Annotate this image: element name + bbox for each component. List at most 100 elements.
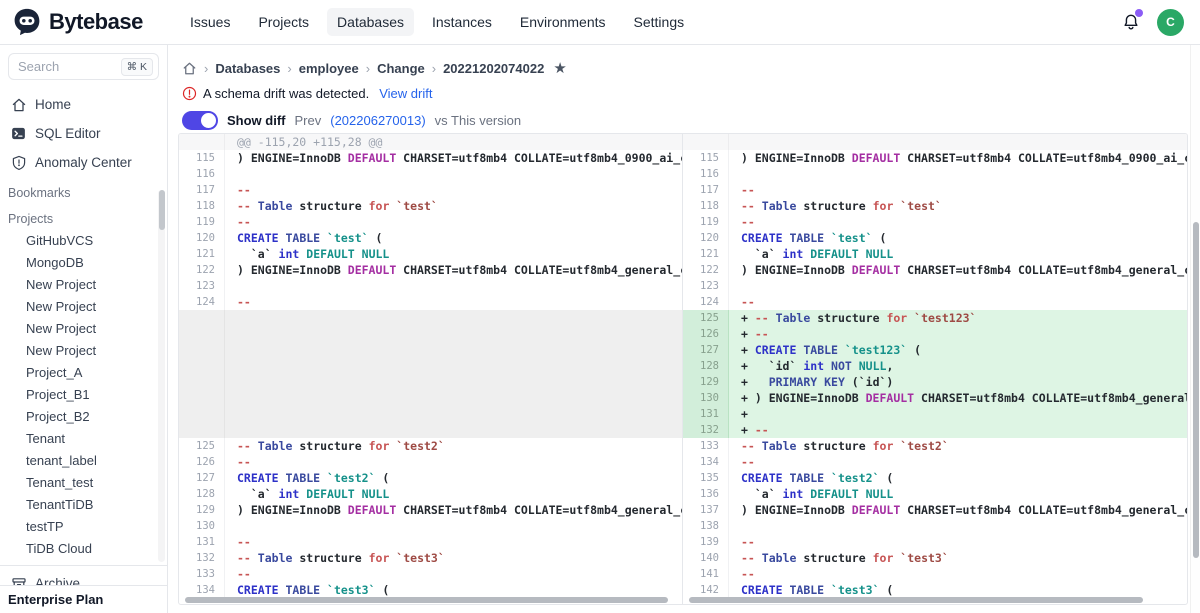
nav-item-issues[interactable]: Issues xyxy=(180,8,240,36)
breadcrumb-home-icon[interactable] xyxy=(182,61,197,76)
breadcrumb-item-version: 20221202074022 xyxy=(443,61,544,76)
line-number: 120 xyxy=(179,230,225,246)
sidebar-scrollbar-thumb[interactable] xyxy=(159,190,165,230)
nav-item-databases[interactable]: Databases xyxy=(327,8,414,36)
sidebar-project-new-project[interactable]: New Project xyxy=(0,317,167,339)
sidebar-item-anomaly-center[interactable]: Anomaly Center xyxy=(0,148,167,177)
diff-line: 139-- xyxy=(683,534,1187,550)
sidebar-item-home[interactable]: Home xyxy=(0,90,167,119)
code-text: -- Table structure for `test3` xyxy=(729,550,1187,566)
sidebar-section-projects: Projects xyxy=(0,203,167,229)
line-number xyxy=(179,134,225,150)
line-number: 115 xyxy=(179,150,225,166)
code-text: + xyxy=(729,406,1187,422)
breadcrumb-separator: › xyxy=(287,61,291,76)
sidebar-project-tenant-label[interactable]: tenant_label xyxy=(0,449,167,471)
sidebar-item-label: SQL Editor xyxy=(35,126,101,141)
diff-line: 115) ENGINE=InnoDB DEFAULT CHARSET=utf8m… xyxy=(683,150,1187,166)
bookmark-star-icon[interactable]: ★ xyxy=(553,59,566,77)
code-text: + -- xyxy=(729,422,1187,438)
line-number: 125 xyxy=(179,438,225,454)
bytebase-logo-icon xyxy=(12,7,42,37)
search-shortcut-badge: ⌘ K xyxy=(121,58,153,76)
line-number: 128 xyxy=(179,486,225,502)
code-text xyxy=(225,278,682,294)
code-text xyxy=(225,518,682,534)
line-number xyxy=(683,134,729,150)
nav-item-projects[interactable]: Projects xyxy=(248,8,319,36)
diff-line: 127+ CREATE TABLE `test123` ( xyxy=(683,342,1187,358)
show-diff-label: Show diff xyxy=(227,113,286,128)
sidebar-project-project-a[interactable]: Project_A xyxy=(0,361,167,383)
terminal-icon xyxy=(10,125,27,142)
view-drift-link[interactable]: View drift xyxy=(379,86,432,101)
line-number: 142 xyxy=(683,582,729,598)
code-text: + -- xyxy=(729,326,1187,342)
sidebar-project-tidb-cloud[interactable]: TiDB Cloud xyxy=(0,537,167,559)
vs-label: vs This version xyxy=(435,113,521,128)
line-number: 125 xyxy=(683,310,729,326)
line-number: 138 xyxy=(683,518,729,534)
diff-line: 133-- xyxy=(179,566,682,582)
code-text xyxy=(729,278,1187,294)
sidebar-project-mongodb[interactable]: MongoDB xyxy=(0,251,167,273)
sidebar-project-project-b2[interactable]: Project_B2 xyxy=(0,405,167,427)
diff-line: 119-- xyxy=(683,214,1187,230)
line-number: 119 xyxy=(683,214,729,230)
line-number: 123 xyxy=(683,278,729,294)
line-number: 136 xyxy=(683,486,729,502)
diff-line: 118-- Table structure for `test` xyxy=(683,198,1187,214)
breadcrumb-item-employee[interactable]: employee xyxy=(299,61,359,76)
line-number: 134 xyxy=(179,582,225,598)
nav-item-instances[interactable]: Instances xyxy=(422,8,502,36)
code-text: -- xyxy=(225,294,682,310)
nav-item-environments[interactable]: Environments xyxy=(510,8,616,36)
code-text: -- xyxy=(729,294,1187,310)
line-number: 141 xyxy=(683,566,729,582)
sidebar-project-new-project[interactable]: New Project xyxy=(0,339,167,361)
search-placeholder: Search xyxy=(18,59,121,74)
search-input[interactable]: Search ⌘ K xyxy=(8,53,159,80)
sidebar-project-project-b1[interactable]: Project_B1 xyxy=(0,383,167,405)
code-text: -- Table structure for `test2` xyxy=(225,438,682,454)
diff-line: 142CREATE TABLE `test3` ( xyxy=(683,582,1187,598)
sidebar-project-githubvcs[interactable]: GitHubVCS xyxy=(0,229,167,251)
diff-line: 135CREATE TABLE `test2` ( xyxy=(683,470,1187,486)
diff-line: 115) ENGINE=InnoDB DEFAULT CHARSET=utf8m… xyxy=(179,150,682,166)
user-avatar[interactable]: C xyxy=(1157,9,1184,36)
notification-bell-icon[interactable] xyxy=(1121,12,1141,32)
sidebar-item-sql-editor[interactable]: SQL Editor xyxy=(0,119,167,148)
line-number: 126 xyxy=(683,326,729,342)
line-number: 139 xyxy=(683,534,729,550)
page-scrollbar-thumb[interactable] xyxy=(1193,222,1199,558)
bytebase-logo[interactable]: Bytebase xyxy=(0,7,168,37)
code-text: + PRIMARY KEY (`id`) xyxy=(729,374,1187,390)
line-number: 124 xyxy=(683,294,729,310)
page-scrollbar[interactable] xyxy=(1190,45,1200,613)
breadcrumb-item-databases[interactable]: Databases xyxy=(215,61,280,76)
breadcrumb-item-change[interactable]: Change xyxy=(377,61,425,76)
sidebar-project-new-project[interactable]: New Project xyxy=(0,273,167,295)
diff-line: 129+ PRIMARY KEY (`id`) xyxy=(683,374,1187,390)
diff-line: 123 xyxy=(179,278,682,294)
notification-badge xyxy=(1135,9,1143,17)
primary-nav: Issues Projects Databases Instances Environm… xyxy=(180,8,694,36)
line-number: 133 xyxy=(179,566,225,582)
sidebar-project-testtp[interactable]: testTP xyxy=(0,515,167,537)
left-pane-hscrollbar[interactable] xyxy=(185,597,668,603)
code-text: `a` int DEFAULT NULL xyxy=(225,246,682,262)
sidebar-scrollbar[interactable] xyxy=(158,190,165,562)
sidebar-project-tenanttidb[interactable]: TenantTiDB xyxy=(0,493,167,515)
app-window: Bytebase Issues Projects Databases Instance… xyxy=(0,0,1200,613)
nav-item-settings[interactable]: Settings xyxy=(624,8,695,36)
drift-message: A schema drift was detected. xyxy=(203,86,369,101)
sidebar-project-tenant[interactable]: Tenant xyxy=(0,427,167,449)
code-text: + -- Table structure for `test123` xyxy=(729,310,1187,326)
diff-line: 126-- xyxy=(179,454,682,470)
sidebar-project-new-project[interactable]: New Project xyxy=(0,295,167,317)
line-number: 124 xyxy=(179,294,225,310)
show-diff-toggle[interactable] xyxy=(182,111,218,130)
right-pane-hscrollbar[interactable] xyxy=(689,597,1143,603)
sidebar-project-tenant-test[interactable]: Tenant_test xyxy=(0,471,167,493)
prev-version-link[interactable]: (202206270013) xyxy=(330,113,425,128)
